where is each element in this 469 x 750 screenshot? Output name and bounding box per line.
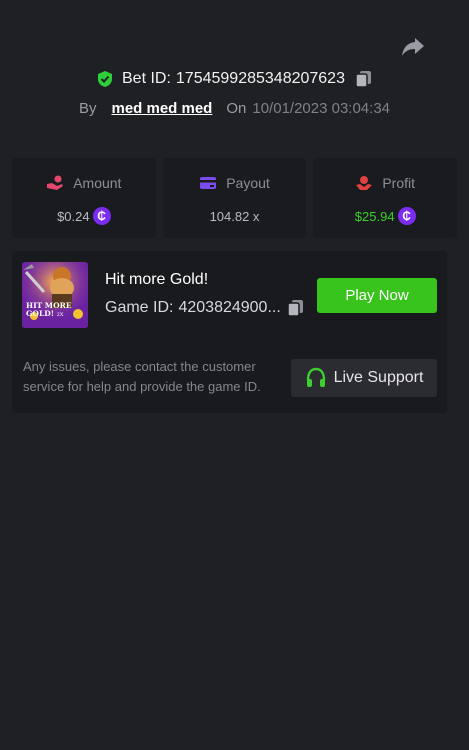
game-id-row: Game ID: 4203824900... bbox=[105, 299, 305, 317]
live-support-button[interactable]: Live Support bbox=[291, 359, 437, 397]
stat-profit-value: $25.94 bbox=[354, 208, 395, 224]
username-link[interactable]: med med med bbox=[111, 100, 212, 117]
live-support-label: Live Support bbox=[333, 369, 424, 386]
play-now-button[interactable]: Play Now bbox=[317, 278, 437, 313]
copy-game-id-icon[interactable] bbox=[287, 299, 305, 317]
stat-profit-label: Profit bbox=[382, 175, 416, 191]
game-id-label: Game ID: bbox=[105, 299, 174, 316]
stat-amount: Amount $0.24 ₵ bbox=[12, 158, 156, 238]
stat-profit: Profit $25.94 ₵ bbox=[313, 158, 458, 238]
coin-icon: ₵ bbox=[92, 207, 111, 225]
stat-payout: Payout 104.82 x bbox=[162, 158, 307, 238]
thumbnail-title-line2: GOLD! bbox=[26, 309, 55, 318]
bet-stats: Amount $0.24 ₵ Payout 104.82 x Profit $2… bbox=[12, 158, 458, 238]
copy-bet-id-icon[interactable] bbox=[355, 70, 373, 88]
thumbnail-badge: 2X bbox=[56, 312, 64, 318]
bet-id-label: Bet ID: bbox=[122, 70, 171, 87]
support-help-text: Any issues, please contact the customer … bbox=[23, 359, 261, 394]
stat-amount-value: $0.24 bbox=[57, 208, 90, 224]
by-label: By bbox=[78, 99, 97, 117]
hand-coin-icon bbox=[46, 175, 64, 191]
verified-shield-icon bbox=[96, 70, 114, 88]
bet-id-row: Bet ID: 1754599285348207623 bbox=[0, 66, 469, 92]
game-card: HIT MORE GOLD! 2X Hit more Gold! Game ID… bbox=[12, 251, 447, 413]
bet-meta-row: By med med med On 10/01/2023 03:04:34 bbox=[0, 96, 469, 120]
stat-payout-label: Payout bbox=[226, 175, 270, 191]
game-thumbnail[interactable]: HIT MORE GOLD! 2X bbox=[22, 262, 88, 328]
stat-payout-value: 104.82 x bbox=[209, 208, 260, 224]
card-icon bbox=[199, 175, 217, 191]
game-id-value: 4203824900... bbox=[178, 299, 281, 316]
hand-money-icon bbox=[355, 175, 373, 191]
on-label: On bbox=[226, 99, 247, 117]
stat-amount-label: Amount bbox=[73, 175, 122, 191]
game-title: Hit more Gold! bbox=[105, 271, 209, 288]
share-icon bbox=[402, 38, 424, 56]
bet-id-value: 1754599285348207623 bbox=[175, 70, 345, 87]
headset-icon bbox=[305, 367, 327, 389]
share-button[interactable] bbox=[398, 34, 428, 60]
bet-details-page: Bet ID: 1754599285348207623 By med med m… bbox=[0, 0, 469, 750]
coin-icon: ₵ bbox=[397, 207, 416, 225]
bet-date: 10/01/2023 03:04:34 bbox=[252, 99, 391, 117]
